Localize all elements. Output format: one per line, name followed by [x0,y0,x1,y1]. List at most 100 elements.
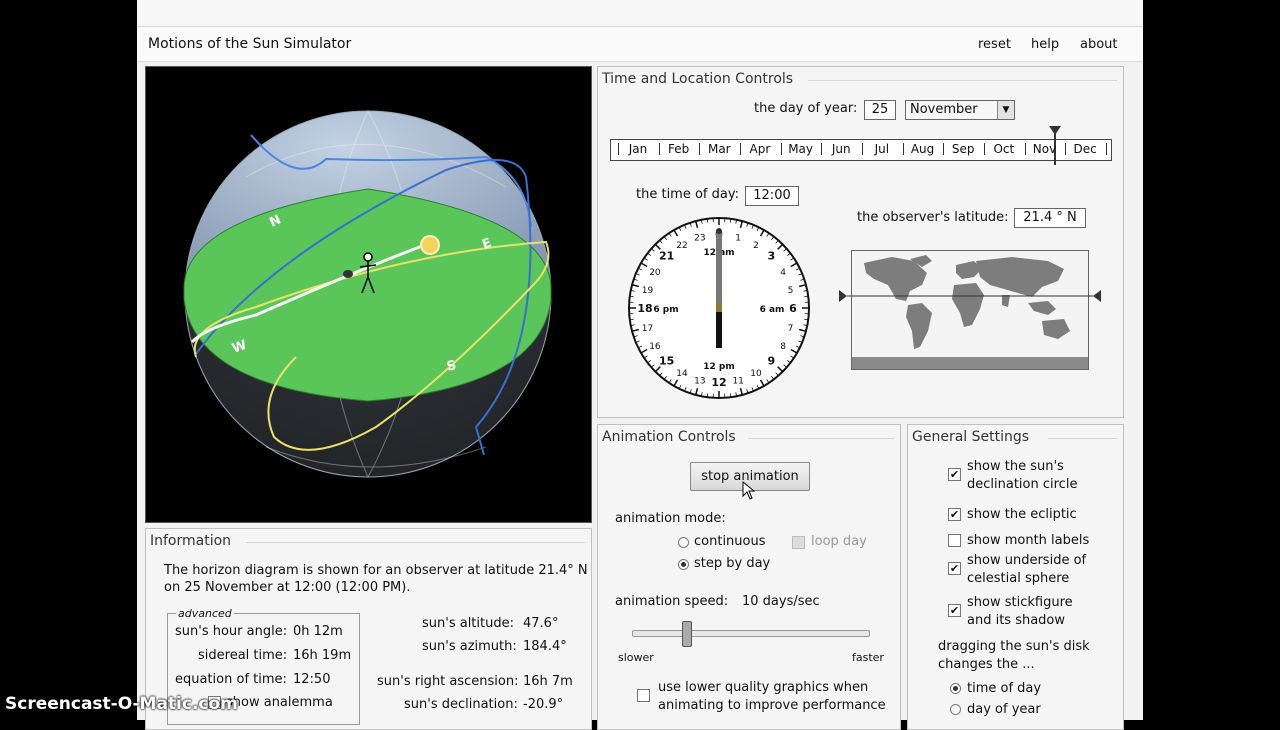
clock-tick [707,393,708,397]
info-line-2: on 25 November at 12:00 (12:00 PM). [164,580,410,595]
month-tick [1106,143,1107,155]
clock-hour-label: 13 [694,376,705,386]
chevron-down-icon: ▼ [997,101,1014,119]
general-option-checkbox-4[interactable]: ✔ [948,604,961,617]
latitude-label: the observer's latitude: [857,210,1009,225]
general-option-checkbox-2[interactable] [948,534,961,547]
clock-tick [730,219,731,223]
step-by-day-radio[interactable] [678,559,689,570]
clock-hour-label: 6 [789,302,797,315]
drag-label-1: dragging the sun's disk [938,639,1090,654]
low-quality-checkbox[interactable] [637,689,650,702]
general-option-label-1: show the ecliptic [967,507,1077,522]
clock-hour-label: 1 [735,234,741,244]
azimuth-value: 184.4° [523,639,567,654]
mouse-cursor-icon [742,481,756,501]
clock-hour-label: 8 [780,342,786,352]
clock-tick [804,296,808,297]
clock-hour-label: 16 [649,342,661,352]
drag-day-of-year-radio[interactable] [950,704,961,715]
world-map[interactable] [851,250,1089,370]
world-map-svg [852,251,1088,369]
animation-speed-value: 10 days/sec [742,594,820,609]
simulator-app: Motions of the Sun Simulator reset help … [137,0,1143,720]
clock-hour-label: 3 [767,250,775,263]
watermark: Screencast-O-Matic.com [5,694,238,714]
help-link[interactable]: help [1031,37,1059,52]
step-by-day-label: step by day [694,556,770,571]
clock-tick [630,319,634,320]
panel-rule [748,438,894,439]
clock-hour-label: 19 [642,286,654,296]
time-of-day-input[interactable]: 12:00 [745,186,799,206]
month-label-apr: Apr [740,142,780,156]
day-of-year-input[interactable]: 25 [864,100,896,120]
general-option-label-3: show underside of [967,553,1086,568]
drag-time-of-day-label: time of day [967,681,1041,696]
loop-day-label: loop day [811,534,867,549]
declination-value: -20.9° [523,697,563,712]
clock-hour-label: 5 [788,286,794,296]
general-option-label-4-line2: and its shadow [967,613,1065,628]
latitude-line[interactable] [839,289,1101,303]
continuous-radio[interactable] [678,537,689,548]
general-option-checkbox-1[interactable]: ✔ [948,508,961,521]
general-option-checkbox-0[interactable]: ✔ [948,468,961,481]
clock-hand-pivot [716,303,722,312]
continuous-label: continuous [694,534,766,549]
speed-slider-track[interactable] [632,630,870,637]
month-label-oct: Oct [984,142,1024,156]
clock-top-marker [716,228,722,234]
sun-disk[interactable] [421,236,439,254]
clock-hour-label: 17 [642,324,653,334]
drag-label-2: changes the ... [938,657,1035,672]
month-select-value: November [910,102,978,117]
sidereal-time-value: 16h 19m [293,648,351,663]
month-label-jun: Jun [821,142,861,156]
loop-day-checkbox[interactable] [792,536,805,549]
clock-hour-label: 4 [780,268,786,278]
drag-day-of-year-label: day of year [967,702,1041,717]
month-label-nov: Nov [1025,142,1065,156]
month-label-jul: Jul [862,142,902,156]
month-label-may: May [781,142,821,156]
clock-period-label: 6 am [760,305,785,315]
clock-hand [716,233,722,348]
clock-hour-label: 2 [753,241,759,251]
info-line-1: The horizon diagram is shown for an obse… [164,563,588,578]
right-ascension-value: 16h 7m [523,674,573,689]
time-location-title: Time and Location Controls [602,71,797,87]
azimuth-label: sun's azimuth: [422,639,517,654]
drag-time-of-day-radio[interactable] [950,683,961,694]
right-ascension-label: sun's right ascension: [377,674,519,689]
hour-angle-label: sun's hour angle: [175,624,287,639]
clock-period-label: 12 pm [703,362,734,372]
general-option-label-2: show month labels [967,533,1089,548]
latitude-input[interactable]: 21.4 ° N [1014,208,1086,228]
time-location-panel: Time and Location Controls the day of ye… [597,66,1124,418]
general-settings-panel: General Settings dragging the sun's disk… [907,424,1124,730]
title-bar: Motions of the Sun Simulator reset help … [137,27,1143,62]
general-option-label-0-line2: declination circle [967,477,1077,492]
show-analemma-label: show analemma [226,695,333,710]
month-select[interactable]: November ▼ [905,100,1015,120]
clock-hour-label: 7 [788,324,794,334]
sidereal-time-label: sidereal time: [198,648,287,663]
reset-link[interactable]: reset [978,37,1011,52]
general-option-label-4: show stickfigure [967,595,1073,610]
about-link[interactable]: about [1080,37,1118,52]
clock-dial[interactable]: 1234567891011121314151617181920212223012… [624,213,814,403]
general-option-checkbox-3[interactable]: ✔ [948,562,961,575]
celestial-sphere-svg[interactable]: N E S W [146,67,591,522]
panel-rule [808,80,1117,81]
animation-mode-label: animation mode: [615,511,726,526]
clock-tick [804,319,808,320]
general-option-label-0: show the sun's [967,459,1064,474]
low-quality-label-2: animating to improve performance [658,698,886,713]
speed-slider-thumb[interactable] [682,621,692,647]
altitude-label: sun's altitude: [422,616,514,631]
faster-label: faster [852,651,884,664]
clock-hour-label: 23 [694,234,705,244]
celestial-sphere-view[interactable]: N E S W [145,66,592,523]
clock-hand-tail [716,308,722,348]
